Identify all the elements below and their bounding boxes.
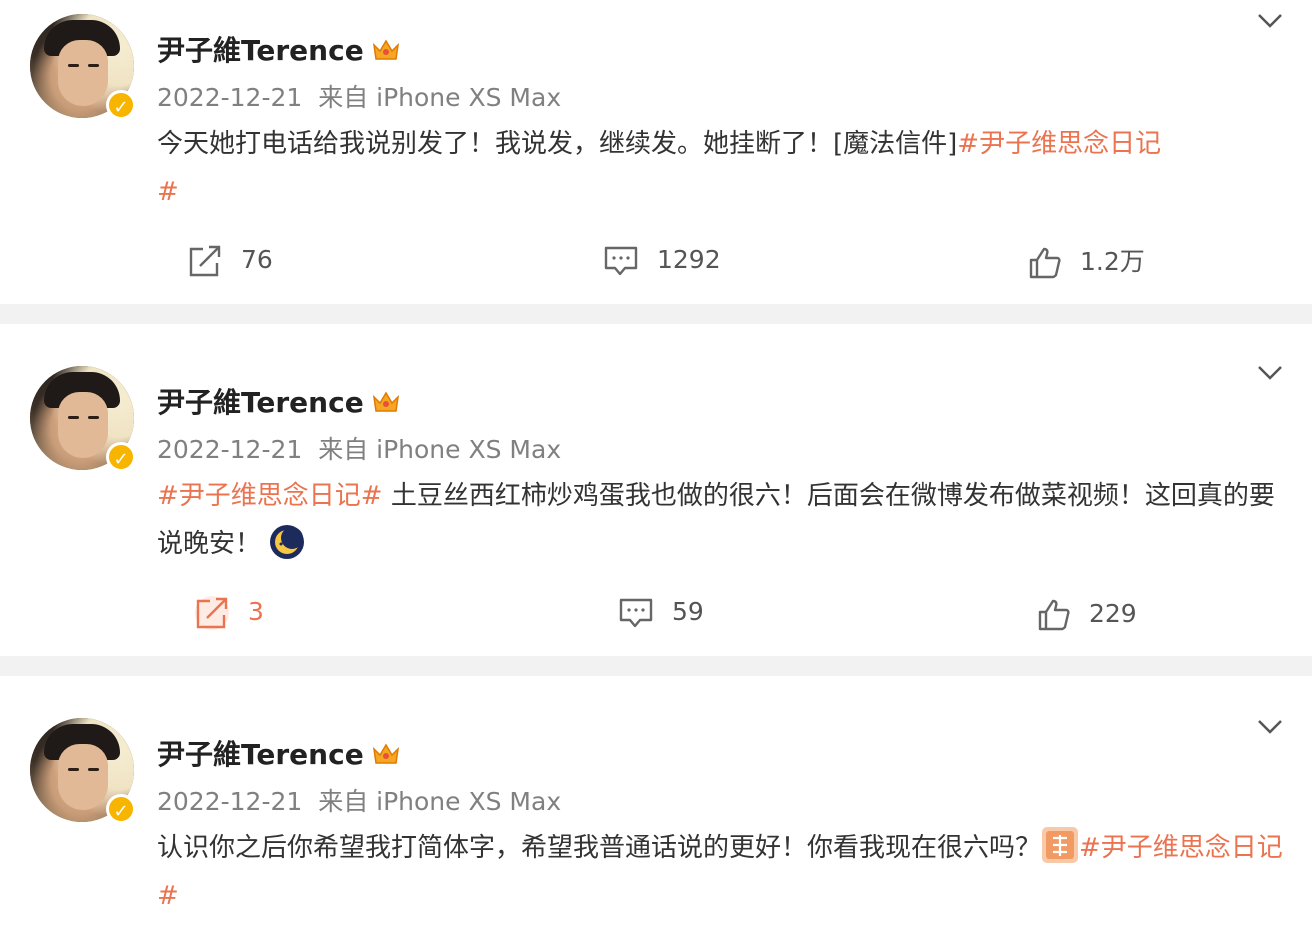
post-date: 2022-12-21 xyxy=(157,787,303,816)
thumbs-up-icon xyxy=(1029,247,1061,279)
comment-count: 1292 xyxy=(657,245,721,274)
zan-emoji-icon xyxy=(1042,827,1079,863)
post-text: 认识你之后你希望我打简体字，希望我普通话说的更好！你看我现在很六吗？ #尹子维思念… xyxy=(157,824,1292,920)
post-source: 来自 iPhone XS Max xyxy=(318,787,562,816)
crown-icon xyxy=(372,743,399,764)
post-source: 来自 iPhone XS Max xyxy=(318,83,562,112)
hashtag-link[interactable]: #尹子维思念日记# xyxy=(157,481,383,511)
hashtag-link-end[interactable]: # xyxy=(157,177,179,207)
crown-icon xyxy=(372,39,399,60)
repost-button[interactable]: 3 xyxy=(194,594,264,630)
post-source: 来自 iPhone XS Max xyxy=(318,435,562,464)
chevron-down-icon[interactable] xyxy=(1256,718,1284,736)
chevron-down-icon[interactable] xyxy=(1256,12,1284,30)
repost-button[interactable]: 76 xyxy=(187,242,273,278)
like-button[interactable]: 229 xyxy=(1037,596,1137,632)
comment-button[interactable]: 59 xyxy=(618,594,704,630)
comment-icon xyxy=(604,246,638,276)
verified-badge-icon: ✓ xyxy=(106,442,136,472)
comment-icon xyxy=(619,598,653,628)
post-meta: 2022-12-21 来自 iPhone XS Max xyxy=(157,786,561,818)
crown-icon xyxy=(372,391,399,412)
post-meta: 2022-12-21 来自 iPhone XS Max xyxy=(157,434,561,466)
repost-count: 3 xyxy=(248,597,264,626)
repost-icon xyxy=(189,245,221,277)
avatar[interactable]: ✓ xyxy=(30,14,136,120)
comment-count: 59 xyxy=(672,597,704,626)
user-name[interactable]: 尹子維Terence xyxy=(157,33,400,69)
moon-emoji-icon xyxy=(270,525,305,559)
avatar[interactable]: ✓ xyxy=(30,366,136,472)
chevron-down-icon[interactable] xyxy=(1256,364,1284,382)
weibo-post-1: ✓ 尹子維Terence 2022-12-21 来自 iPhone XS Max… xyxy=(0,0,1312,304)
avatar[interactable]: ✓ xyxy=(30,718,136,824)
like-count: 1.2万 xyxy=(1080,247,1145,276)
weibo-post-2: ✓ 尹子維Terence 2022-12-21 来自 iPhone XS Max… xyxy=(0,324,1312,656)
post-date: 2022-12-21 xyxy=(157,83,303,112)
repost-icon xyxy=(195,596,229,630)
like-button[interactable]: 1.2万 xyxy=(1028,244,1145,280)
user-name[interactable]: 尹子維Terence xyxy=(157,737,400,773)
post-meta: 2022-12-21 来自 iPhone XS Max xyxy=(157,82,561,114)
post-date: 2022-12-21 xyxy=(157,435,303,464)
verified-badge-icon: ✓ xyxy=(106,90,136,120)
comment-button[interactable]: 1292 xyxy=(603,242,721,278)
like-count: 229 xyxy=(1089,599,1137,628)
thumbs-up-icon xyxy=(1038,599,1070,631)
weibo-post-3: ✓ 尹子維Terence 2022-12-21 来自 iPhone XS Max… xyxy=(0,676,1312,942)
verified-badge-icon: ✓ xyxy=(106,794,136,824)
post-text: 今天她打电话给我说别发了！我说发，继续发。她挂断了！[魔法信件]#尹子维思念日记… xyxy=(157,129,1162,207)
user-name[interactable]: 尹子維Terence xyxy=(157,385,400,421)
post-text: #尹子维思念日记# 土豆丝西红柿炒鸡蛋我也做的很六！后面会在微博发布做菜视频！这… xyxy=(157,481,1275,559)
hashtag-link[interactable]: #尹子维思念日记 xyxy=(957,129,1161,159)
repost-count: 76 xyxy=(241,245,273,274)
